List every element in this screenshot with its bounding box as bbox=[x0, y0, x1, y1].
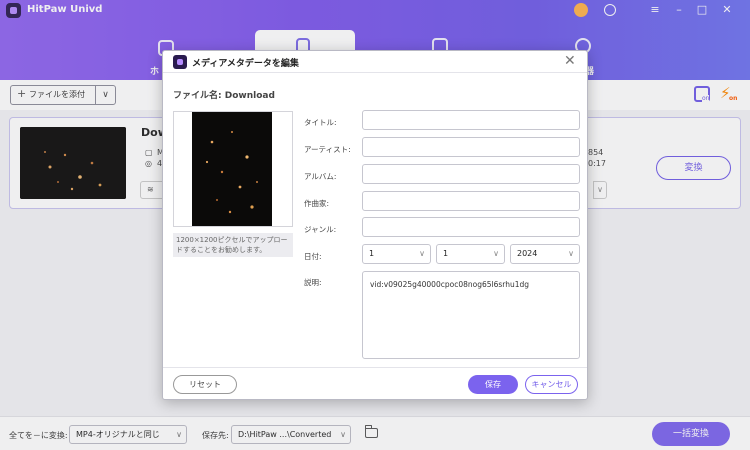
chevron-down-icon: ∨ bbox=[568, 249, 574, 258]
dialog-header: メディアメタデータを編集 ✕ bbox=[163, 51, 587, 73]
album-field[interactable] bbox=[362, 164, 580, 184]
reset-button[interactable]: リセット bbox=[173, 375, 237, 394]
date-day-value: 1 bbox=[443, 249, 449, 258]
genre-label: ジャンル: bbox=[304, 225, 337, 234]
chevron-down-icon: ∨ bbox=[419, 249, 425, 258]
app-window: HitPaw Univd ≡ – □ ✕ ホ 器 ファイルを添付 ∨ ⚡ on bbox=[0, 0, 750, 450]
dialog-footer: リセット 保存 キャンセル bbox=[163, 367, 587, 399]
dialog-file-name: ファイル名: Download bbox=[173, 91, 275, 101]
title-field[interactable] bbox=[362, 110, 580, 130]
dialog-logo-icon bbox=[173, 55, 187, 69]
metadata-dialog: メディアメタデータを編集 ✕ ファイル名: Download 1200×1200… bbox=[162, 50, 588, 400]
date-year-value: 2024 bbox=[517, 249, 538, 258]
cover-art-graphic bbox=[192, 112, 272, 226]
cancel-button[interactable]: キャンセル bbox=[525, 375, 578, 394]
date-year-select[interactable]: 2024 ∨ bbox=[510, 244, 580, 264]
artist-label: アーティスト: bbox=[304, 145, 351, 154]
close-icon[interactable]: ✕ bbox=[564, 53, 576, 69]
cover-art-note: 1200×1200ピクセルでアップロードすることをお勧めします。 bbox=[173, 233, 293, 257]
date-label: 日付: bbox=[304, 252, 322, 261]
dialog-title: メディアメタデータを編集 bbox=[192, 59, 299, 69]
artist-field[interactable] bbox=[362, 137, 580, 157]
album-label: アルバム: bbox=[304, 172, 337, 181]
genre-field[interactable] bbox=[362, 217, 580, 237]
cover-art-box[interactable] bbox=[173, 111, 293, 227]
composer-label: 作曲家: bbox=[304, 199, 330, 208]
date-month-value: 1 bbox=[369, 249, 375, 258]
title-label: タイトル: bbox=[304, 118, 337, 127]
cover-art-image bbox=[192, 112, 272, 226]
save-button[interactable]: 保存 bbox=[468, 375, 518, 394]
date-day-select[interactable]: 1 ∨ bbox=[436, 244, 505, 264]
description-field[interactable]: vid:v09025g40000cpoc08nog65l6srhu1dg bbox=[362, 271, 580, 359]
date-month-select[interactable]: 1 ∨ bbox=[362, 244, 431, 264]
composer-field[interactable] bbox=[362, 191, 580, 211]
description-label: 説明: bbox=[304, 278, 322, 287]
chevron-down-icon: ∨ bbox=[493, 249, 499, 258]
